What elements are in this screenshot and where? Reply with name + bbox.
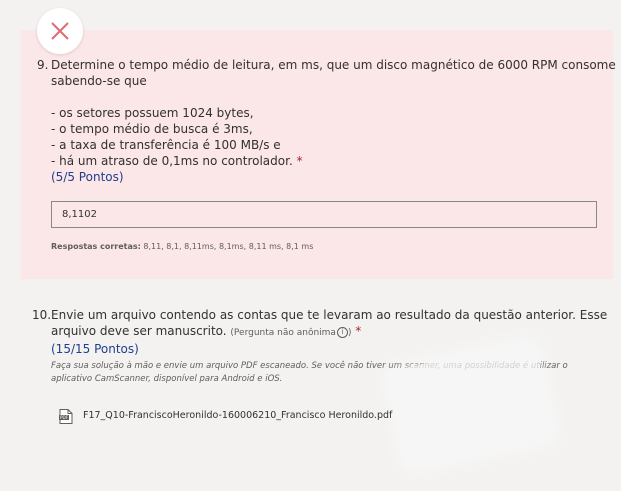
question-9-line: - os setores possuem 1024 bytes, [51,106,254,120]
question-9-number: 9. [37,58,49,72]
correct-answers-label: Respostas corretas: [51,242,141,251]
anonymity-note: (Pergunta não anônima i) [230,327,352,338]
info-icon[interactable]: i [336,327,348,338]
question-9-last-line: - há um atraso de 0,1ms no controlador. … [51,153,606,169]
svg-text:PDF: PDF [60,415,69,420]
question-10-line: arquivo deve ser manuscrito. [51,324,227,338]
correct-answers-values: 8,11, 8,1, 8,11ms, 8,1ms, 8,11 ms, 8,1 m… [143,242,314,251]
required-marker: * [296,154,303,168]
file-name-link[interactable]: F17_Q10-FranciscoHeronildo-160006210_Fra… [83,408,392,424]
question-10-number: 10. [32,308,52,322]
anonymity-note-text: (Pergunta não anônima [230,328,336,338]
question-10-line: Envie um arquivo contendo as contas que … [51,308,608,322]
close-icon [51,22,69,40]
question-9-line: Determine o tempo médio de leitura, em m… [51,58,616,72]
question-9-text: Determine o tempo médio de leitura, em m… [51,57,616,185]
question-9-line: sabendo-se que [51,74,147,88]
question-9-points: (5/5 Pontos) [51,170,124,184]
question-9-line [51,89,606,105]
correct-answers: Respostas corretas: 8,11, 8,1, 8,11ms, 8… [51,242,313,251]
question-9-line: - a taxa de transferência é 100 MB/s e [51,138,281,152]
question-9-line: - o tempo médio de busca é 3ms, [51,122,253,136]
question-9-line: - há um atraso de 0,1ms no controlador. [51,154,293,168]
incorrect-badge [37,8,83,54]
pdf-file-icon: PDF [59,409,73,424]
question-10-line2: arquivo deve ser manuscrito. (Pergunta n… [51,323,611,341]
required-marker: * [355,324,362,338]
anonymity-note-close: ) [347,328,352,338]
question-9-answer-field[interactable]: 8,1102 [51,201,597,228]
